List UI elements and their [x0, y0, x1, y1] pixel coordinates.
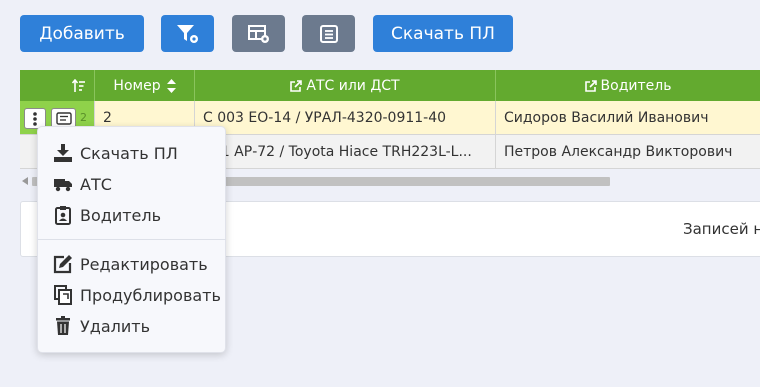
- external-link-icon: [290, 79, 303, 92]
- menu-divider: [38, 239, 226, 240]
- menu-item-duplicate[interactable]: Продублировать: [38, 281, 226, 309]
- column-header-number-label: Номер: [113, 77, 161, 94]
- menu-item-label: Скачать ПЛ: [80, 143, 178, 163]
- add-button-label: Добавить: [39, 23, 125, 44]
- column-header-number[interactable]: Номер: [95, 70, 195, 101]
- filter-settings-icon: [176, 24, 198, 43]
- list-icon: [319, 24, 338, 43]
- records-count-text: Записей н: [683, 220, 760, 238]
- download-icon: [52, 143, 74, 163]
- scroll-left-arrow-icon[interactable]: [22, 177, 28, 185]
- menu-item-label: Удалить: [80, 316, 150, 336]
- add-button[interactable]: Добавить: [20, 15, 144, 52]
- menu-item-label: Водитель: [80, 205, 162, 225]
- menu-item-vehicle[interactable]: АТС: [38, 170, 226, 198]
- sort-arrows-icon: [166, 78, 176, 93]
- table-settings-button[interactable]: [232, 15, 285, 52]
- menu-item-download[interactable]: Скачать ПЛ: [38, 139, 226, 167]
- column-header-driver[interactable]: Водитель: [496, 70, 760, 101]
- cell-vehicle: 001 АР-72 / Toyota Hiace TRH223L-L...: [195, 135, 496, 169]
- menu-item-edit[interactable]: Редактировать: [38, 250, 226, 278]
- cell-vehicle: С 003 ЕО-14 / УРАЛ-4320-0911-40: [195, 101, 496, 135]
- menu-item-delete[interactable]: Удалить: [38, 312, 226, 340]
- sort-column-header[interactable]: [20, 70, 95, 101]
- truck-icon: [52, 176, 74, 192]
- cell-driver: Сидоров Василий Иванович: [496, 101, 760, 135]
- badge-icon: [52, 205, 74, 225]
- trash-icon: [52, 316, 74, 336]
- row-context-menu: Скачать ПЛ АТС Водитель Редактировать Пр…: [37, 126, 226, 353]
- table-settings-icon: [247, 24, 269, 43]
- column-header-driver-label: Водитель: [600, 77, 672, 94]
- list-view-button[interactable]: [302, 15, 355, 52]
- menu-item-label: АТС: [80, 174, 112, 194]
- menu-item-driver[interactable]: Водитель: [38, 201, 226, 229]
- sort-icon: [72, 78, 85, 92]
- cell-driver: Петров Александр Викторович: [496, 135, 760, 169]
- column-header-vehicle-label: АТС или ДСТ: [306, 77, 400, 94]
- external-link-icon: [584, 79, 597, 92]
- download-waybill-label: Скачать ПЛ: [391, 23, 495, 44]
- menu-item-label: Редактировать: [80, 254, 208, 274]
- duplicate-icon: [52, 285, 74, 305]
- edit-icon: [52, 254, 74, 274]
- vertical-dots-icon: [33, 111, 37, 126]
- menu-item-label: Продублировать: [80, 285, 221, 305]
- download-waybill-button[interactable]: Скачать ПЛ: [373, 15, 513, 52]
- column-header-vehicle[interactable]: АТС или ДСТ: [195, 70, 496, 101]
- filter-settings-button[interactable]: [161, 15, 214, 52]
- details-icon: [55, 112, 72, 125]
